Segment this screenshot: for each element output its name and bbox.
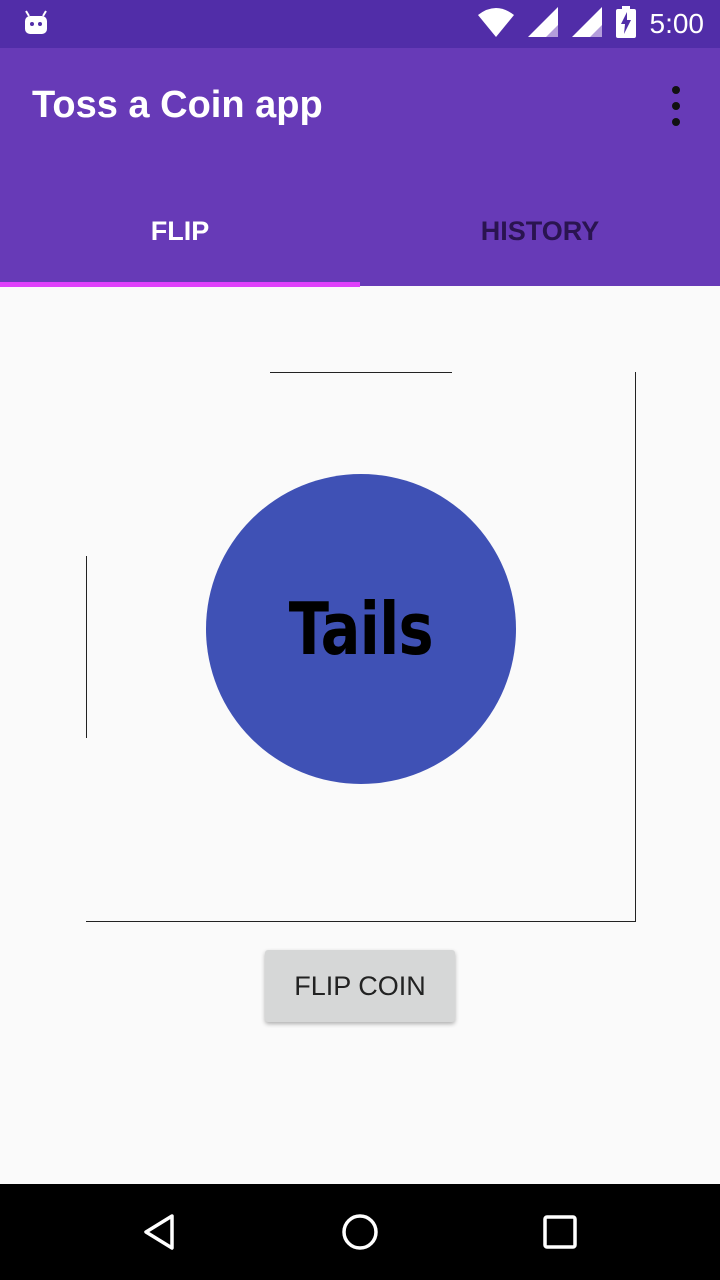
- signal-icon: [571, 6, 602, 42]
- app-title: Toss a Coin app: [32, 84, 323, 126]
- status-bar: 5:00: [0, 0, 720, 48]
- coin-face-label: Tails: [288, 587, 434, 671]
- wifi-icon: [477, 7, 514, 42]
- tab-flip[interactable]: FLIP: [0, 176, 360, 286]
- battery-charging-icon: [615, 5, 636, 43]
- tab-indicator: [0, 282, 360, 287]
- frame-line-top: [270, 372, 452, 373]
- app-bar: Toss a Coin app FLIP HISTORY: [0, 48, 720, 287]
- more-vert-icon[interactable]: [660, 86, 692, 126]
- back-icon[interactable]: [112, 1184, 208, 1280]
- tab-bar: FLIP HISTORY: [0, 176, 720, 286]
- frame-line-bottom: [86, 921, 636, 922]
- frame-line-left: [86, 556, 87, 738]
- recents-icon[interactable]: [512, 1184, 608, 1280]
- status-time: 5:00: [649, 8, 705, 39]
- frame-line-right: [635, 372, 636, 922]
- coin[interactable]: Tails: [206, 474, 516, 784]
- android-debug-icon: [24, 10, 48, 36]
- home-icon[interactable]: [312, 1184, 408, 1280]
- flip-coin-button[interactable]: FLIP COIN: [265, 950, 455, 1022]
- navigation-bar: [0, 1184, 720, 1280]
- signal-icon: [527, 6, 558, 42]
- tab-history[interactable]: HISTORY: [360, 176, 720, 286]
